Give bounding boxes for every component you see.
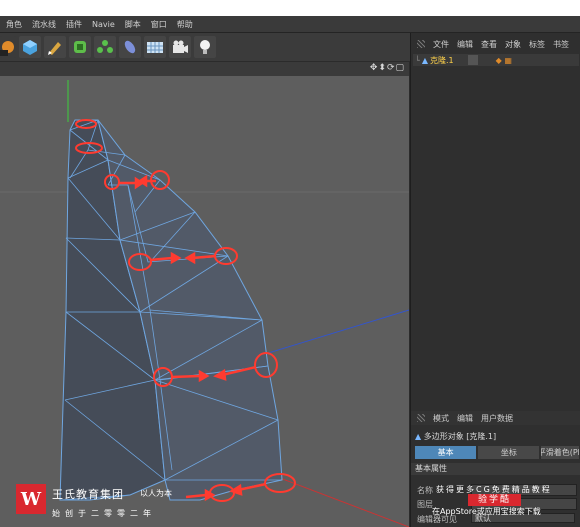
menu-plugins[interactable]: 插件: [66, 19, 82, 30]
main-toolbar: [0, 33, 410, 61]
right-panel: 文件 编辑 查看 对象 标签 书签 └ ▲ 克隆.1 ◆ ▦ 模式 编辑 用户数…: [410, 33, 580, 527]
viewport-header: ✥⬍⟳▢: [0, 62, 409, 76]
menu-character[interactable]: 角色: [6, 19, 22, 30]
field-label-layer: 图层: [417, 500, 433, 509]
attribute-object-title: ▲ 多边形对象 [克隆.1]: [415, 431, 496, 442]
promo-download-text: 在AppStore或应用宝搜索下载: [432, 507, 541, 516]
polygon-object-icon: ▲: [415, 432, 422, 441]
attr-menu-edit[interactable]: 编辑: [457, 413, 473, 424]
om-menu-file[interactable]: 文件: [433, 39, 449, 50]
menu-navie[interactable]: Navie: [92, 20, 115, 29]
deformer-icon[interactable]: [119, 36, 141, 58]
tab-basic[interactable]: 基本: [415, 446, 477, 459]
subdivision-icon[interactable]: [69, 36, 91, 58]
visibility-dots-icon[interactable]: [467, 55, 478, 65]
section-basic-properties: 基本属性: [411, 463, 580, 475]
polygon-object-icon: ▲: [421, 55, 428, 65]
tab-coordinates[interactable]: 坐标: [478, 446, 540, 459]
promo-badge: 验学酷: [468, 494, 522, 506]
menu-pipeline[interactable]: 流水线: [32, 19, 56, 30]
brand-name: 王氏教育集团: [52, 488, 124, 501]
3d-viewport[interactable]: [0, 62, 409, 527]
tree-line-icon: └: [415, 55, 420, 65]
om-menu-edit[interactable]: 编辑: [457, 39, 473, 50]
cloner-icon[interactable]: [94, 36, 116, 58]
om-menu-tag[interactable]: 标签: [529, 39, 545, 50]
light-icon[interactable]: [194, 36, 216, 58]
attribute-manager-menu: 模式 编辑 用户数据: [411, 411, 580, 425]
attr-menu-userdata[interactable]: 用户数据: [481, 413, 513, 424]
mesh-scene: [0, 80, 409, 527]
grip-icon[interactable]: [417, 40, 425, 48]
brand-logo: W: [16, 484, 46, 514]
om-menu-view[interactable]: 查看: [481, 39, 497, 50]
tag-icons[interactable]: ◆ ▦: [496, 56, 512, 65]
attribute-object-label: 多边形对象 [克隆.1]: [423, 432, 497, 441]
object-manager-menu: 文件 编辑 查看 对象 标签 书签: [411, 37, 580, 51]
om-menu-bookmark[interactable]: 书签: [553, 39, 569, 50]
brand-slogan: 以人为本: [140, 489, 172, 498]
menu-script[interactable]: 脚本: [125, 19, 141, 30]
render-settings-icon[interactable]: [0, 36, 16, 58]
object-name[interactable]: 克隆.1: [430, 55, 454, 66]
title-strip: [0, 0, 580, 16]
brand-founded: 始创于二零零二年: [52, 509, 156, 518]
cube-icon[interactable]: [19, 36, 41, 58]
attr-menu-mode[interactable]: 模式: [433, 413, 449, 424]
menu-help[interactable]: 帮助: [177, 19, 193, 30]
floor-icon[interactable]: [144, 36, 166, 58]
grip-icon[interactable]: [417, 414, 425, 422]
tab-phong[interactable]: 平滑着色(Ph: [541, 446, 579, 459]
menu-window[interactable]: 窗口: [151, 19, 167, 30]
viewport-nav-icons[interactable]: ✥⬍⟳▢: [370, 63, 405, 73]
camera-icon[interactable]: [169, 36, 191, 58]
pen-icon[interactable]: [44, 36, 66, 58]
main-menubar: 角色 流水线 插件 Navie 脚本 窗口 帮助: [0, 16, 580, 33]
field-label-name: 名称: [417, 486, 433, 495]
om-menu-object[interactable]: 对象: [505, 39, 521, 50]
object-row[interactable]: └ ▲ 克隆.1 ◆ ▦: [413, 54, 579, 66]
attribute-tabs: 基本 坐标 平滑着色(Ph: [415, 446, 580, 459]
